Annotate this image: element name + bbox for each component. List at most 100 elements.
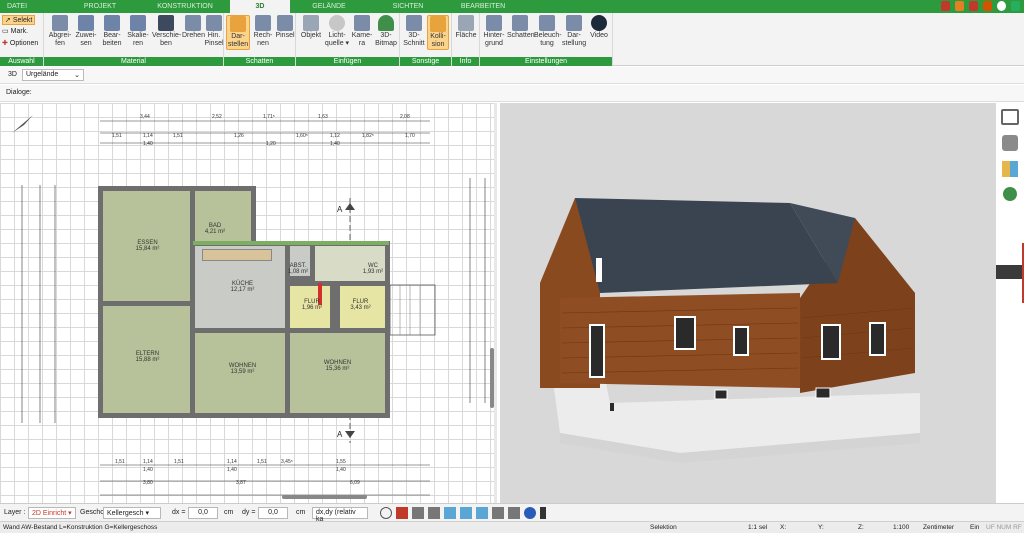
tab-projekt[interactable]: PROJEKT <box>60 0 140 13</box>
dy-unit: cm <box>296 509 306 516</box>
minimize-icon[interactable] <box>1011 1 1020 11</box>
bearbeiten-button[interactable]: Bear- beiten <box>100 15 124 48</box>
status-flags: UF NUM RF <box>986 524 1022 531</box>
dim-label: 1,60⁵ <box>296 133 308 139</box>
dy-input[interactable]: 0,0 <box>258 507 288 519</box>
shadow-calc-icon <box>255 15 271 31</box>
dx-input[interactable]: 0,0 <box>188 507 218 519</box>
section-marker-top[interactable]: A <box>337 205 342 214</box>
kollision-button[interactable]: Kolli- sion <box>427 15 449 50</box>
skalieren-button[interactable]: Skalie- ren <box>126 15 150 48</box>
angle-icon[interactable] <box>444 507 456 519</box>
chair-icon[interactable] <box>1002 135 1018 151</box>
dim-label: 1,51 <box>173 133 183 139</box>
export-icon[interactable] <box>983 1 992 11</box>
tab-sichten[interactable]: SICHTEN <box>368 0 448 13</box>
3d-schnitt-button[interactable]: 3D- Schnitt <box>402 15 426 48</box>
lightbulb-icon <box>329 15 345 31</box>
hin-pinsel-button[interactable]: Hin. Pinsel <box>204 15 224 48</box>
3d-bitmap-button[interactable]: 3D- Bitmap <box>374 15 398 48</box>
tab-gelaende[interactable]: GELÄNDE <box>290 0 368 13</box>
camera-icon <box>354 15 370 31</box>
room-wohnen-2[interactable] <box>285 328 390 418</box>
print-icon[interactable] <box>969 1 978 11</box>
north-icon[interactable] <box>524 507 536 519</box>
room-label-abst: ABST. 1,08 m² <box>287 263 309 275</box>
pen-icon[interactable] <box>941 1 950 11</box>
tab-bearbeiten[interactable]: BEARBEITEN <box>448 0 518 13</box>
hintergrund-button[interactable]: Hinter- grund <box>482 15 506 48</box>
area-icon <box>458 15 474 31</box>
grid-snap-icon[interactable] <box>412 507 424 519</box>
ortho-icon[interactable] <box>428 507 440 519</box>
group-label-schatten: Schatten <box>224 57 295 66</box>
tree-icon[interactable] <box>1003 187 1017 201</box>
drehen-button[interactable]: Drehen <box>182 15 205 40</box>
status-x: X: <box>780 524 787 531</box>
right-toolbar <box>996 103 1024 503</box>
plan-horizontal-scrollbar[interactable] <box>282 495 367 499</box>
video-button[interactable]: Video <box>587 15 611 40</box>
ribbon: ➚ Selekt ▭ Mark. ✚ Optionen Auswahl Abgrei-… <box>0 13 1024 66</box>
flaeche-button[interactable]: Fläche <box>454 15 478 40</box>
kitchen-counter[interactable] <box>202 249 272 261</box>
darstellung-button[interactable]: Dar- stellung <box>562 15 586 48</box>
track-icon[interactable] <box>460 507 472 519</box>
verschieben-button[interactable]: Verschie- ben <box>152 15 181 48</box>
background-icon <box>486 15 502 31</box>
pin-icon[interactable] <box>540 507 546 519</box>
layer-icon[interactable] <box>476 507 488 519</box>
floor-plan-view[interactable]: ESSEN 15,84 m² BAD 4,21 m² KÜCHE 12,17 m² A… <box>0 103 497 503</box>
room-label-wc: WC 1,93 m² <box>362 263 384 275</box>
group-sonstige: 3D- Schnitt Kolli- sion Sonstige <box>400 13 452 66</box>
3d-view[interactable] <box>500 103 996 503</box>
dim-label: 1,82⁵ <box>362 133 374 139</box>
help-icon[interactable] <box>997 1 1006 11</box>
rechnen-button[interactable]: Rech- nen <box>252 15 274 48</box>
darstellen-button[interactable]: Dar- stellen <box>226 15 250 50</box>
zuweisen-button[interactable]: Zuwei- sen <box>74 15 98 48</box>
selekt-button[interactable]: ➚ Selekt <box>2 15 36 25</box>
optionen-button[interactable]: ✚ Optionen <box>2 39 38 48</box>
room-bad[interactable] <box>190 186 256 246</box>
edit-material-icon <box>104 15 120 31</box>
layers-icon[interactable] <box>1001 109 1019 125</box>
kamera-button[interactable]: Kame- ra <box>351 15 373 48</box>
tab-datei[interactable]: DATEI <box>0 0 34 13</box>
tab-3d[interactable]: 3D <box>230 0 290 13</box>
dim-label: 1,26 <box>234 133 244 139</box>
objekt-button[interactable]: Objekt <box>299 15 323 40</box>
dialog-bar: Dialoge: <box>0 85 1024 102</box>
schatten-pinsel-button[interactable]: Pinsel <box>274 15 296 40</box>
dim-label: 1,51 <box>257 459 267 465</box>
dim-label: 1,40 <box>143 467 153 473</box>
mark-button[interactable]: ▭ Mark. <box>2 27 28 36</box>
monitor-icon[interactable] <box>492 507 504 519</box>
geschoss-dropdown[interactable]: Kellergesch ▾ <box>103 507 161 519</box>
tab-konstruktion[interactable]: KONSTRUKTION <box>140 0 230 13</box>
coordinate-mode-dropdown[interactable]: dx,dy (relativ ka <box>312 507 368 523</box>
lichtquelle-button[interactable]: Licht- quelle ▾ <box>324 15 350 48</box>
beleuchtung-button[interactable]: Beleuch- tung <box>534 15 562 48</box>
snap-icon[interactable] <box>396 507 408 519</box>
selected-wall[interactable] <box>193 241 389 245</box>
abgreifen-button[interactable]: Abgrei- fen <box>48 15 72 48</box>
plan-vertical-scrollbar[interactable] <box>490 348 494 408</box>
status-ein: Ein <box>970 524 980 531</box>
schatten-settings-button[interactable]: Schatten <box>507 15 535 40</box>
scale-icon <box>130 15 146 31</box>
grid-icon[interactable] <box>508 507 520 519</box>
clock-icon[interactable] <box>380 507 392 519</box>
cursor-icon: ➚ <box>5 17 11 24</box>
material-palette-icon[interactable] <box>1002 161 1018 177</box>
group-label-auswahl: Auswahl <box>0 57 43 66</box>
save-icon[interactable] <box>955 1 964 11</box>
chair-icon <box>303 15 319 31</box>
room-label-flur-2: FLUR 3,43 m² <box>350 299 371 311</box>
dim-label: 1,40 <box>330 141 340 147</box>
view-dropdown[interactable]: Urgelände ⌄ <box>22 69 84 81</box>
menu-icon[interactable] <box>996 265 1024 279</box>
dy-label: dy = <box>242 509 256 516</box>
section-marker-bottom[interactable]: A <box>337 430 342 439</box>
layer-dropdown[interactable]: 2D Einricht ▾ <box>28 507 76 519</box>
